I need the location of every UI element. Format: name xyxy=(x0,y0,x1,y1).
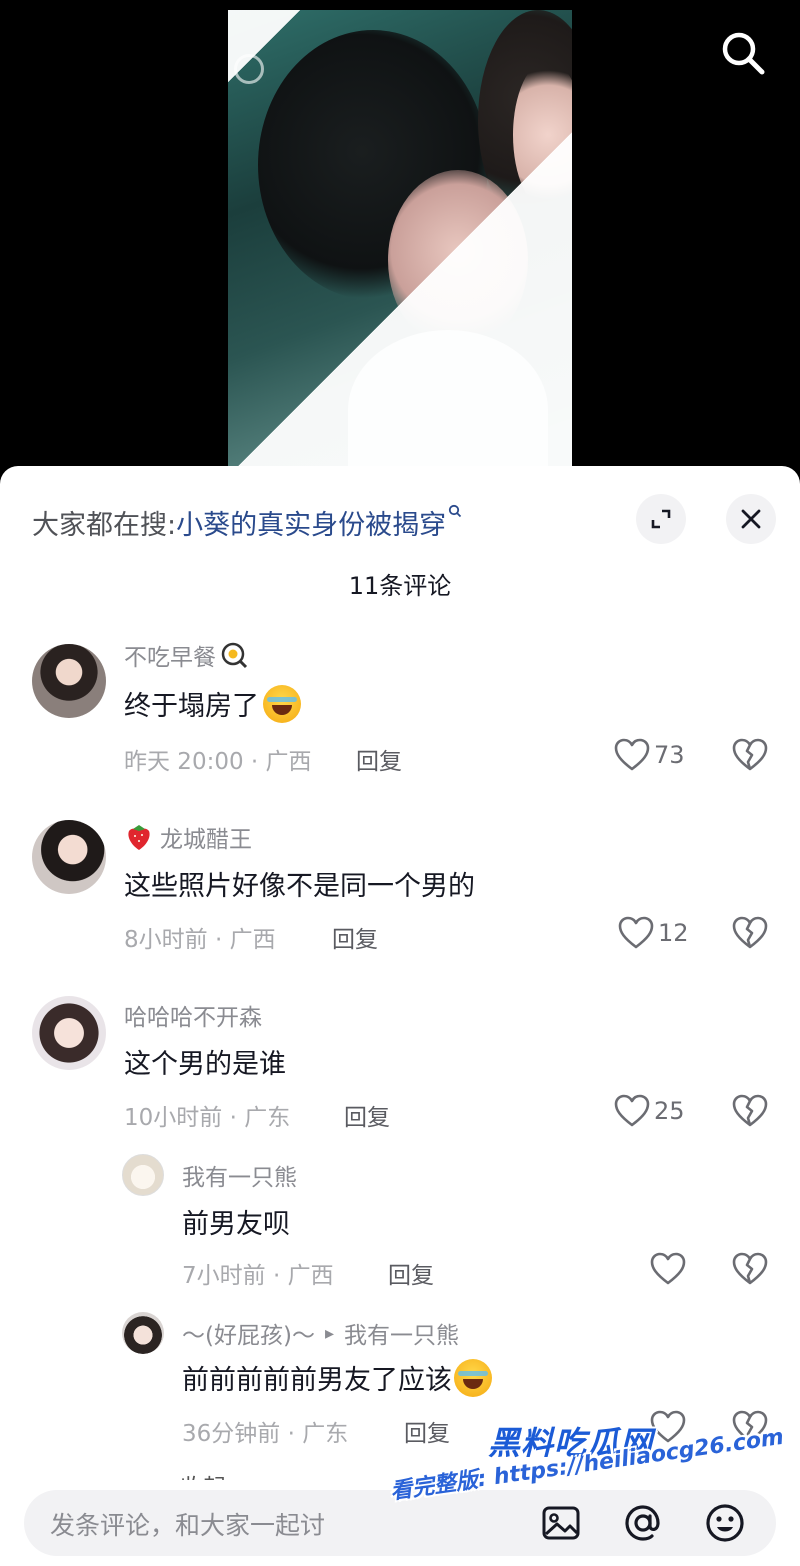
hot-search-prefix: 大家都在搜: xyxy=(32,509,177,541)
hot-search-magnifier-icon xyxy=(448,503,462,522)
close-button[interactable] xyxy=(726,494,776,544)
comment-item: 哈哈哈不开森 这个男的是谁 10小时前 · 广东 回复 25 xyxy=(0,994,800,1144)
video-ring-icon xyxy=(234,54,264,84)
reply-to-arrow-icon: ▸ xyxy=(324,1322,334,1344)
video-glare-top xyxy=(228,10,572,470)
broken-heart-icon xyxy=(732,1252,768,1285)
comment-count: 11条评论 xyxy=(348,572,452,600)
reply-username[interactable]: ～(好屁孩)～ ▸ 我有一只熊 xyxy=(182,1316,459,1350)
comment-meta: 昨天 20:00 · 广西 xyxy=(124,749,312,775)
comment-text: 这些照片好像不是同一个男的 xyxy=(124,871,475,902)
like-button[interactable]: 25 xyxy=(614,1094,685,1128)
like-count: 12 xyxy=(658,919,689,947)
comment-username[interactable]: 哈哈哈不开森 xyxy=(124,998,262,1032)
video-area xyxy=(0,0,800,470)
reply-username[interactable]: 我有一只熊 xyxy=(182,1158,297,1192)
avatar[interactable] xyxy=(32,996,106,1070)
like-button[interactable]: 12 xyxy=(618,916,689,950)
fried-egg-icon xyxy=(220,641,248,669)
strawberry-icon xyxy=(124,822,154,852)
reply-text: 前男友呗 xyxy=(182,1209,290,1240)
like-button[interactable]: 73 xyxy=(614,738,685,772)
dislike-button[interactable] xyxy=(732,738,768,776)
avatar[interactable] xyxy=(32,644,106,718)
like-count: 25 xyxy=(654,1097,685,1125)
comment-username-text: 龙城醋王 xyxy=(160,827,252,853)
dislike-button[interactable] xyxy=(732,1094,768,1132)
heart-icon xyxy=(614,1094,650,1127)
like-button[interactable] xyxy=(650,1252,686,1286)
like-count: 73 xyxy=(654,741,685,769)
reply-button[interactable]: 回复 xyxy=(344,1098,390,1132)
dislike-button[interactable] xyxy=(732,916,768,954)
reply-username-text: ～(好屁孩)～ xyxy=(182,1323,315,1349)
comment-username-text: 不吃早餐 xyxy=(124,645,216,671)
avatar[interactable] xyxy=(122,1312,164,1354)
broken-heart-icon xyxy=(732,738,768,771)
broken-heart-icon xyxy=(732,916,768,949)
reply-button[interactable]: 回复 xyxy=(356,742,402,776)
comment-item: 不吃早餐 终于塌房了 昨天 20:00 · 广西 回复 73 xyxy=(0,638,800,788)
reply-button[interactable]: 回复 xyxy=(404,1414,450,1448)
reply-button[interactable]: 回复 xyxy=(388,1256,434,1290)
avatar[interactable] xyxy=(32,820,106,894)
heart-icon xyxy=(614,738,650,771)
comment-meta: 10小时前 · 广东 xyxy=(124,1105,291,1131)
heart-icon xyxy=(618,916,654,949)
expand-icon xyxy=(651,509,671,529)
broken-heart-icon xyxy=(732,1094,768,1127)
heart-icon xyxy=(650,1252,686,1285)
comment-item: 龙城醋王 这些照片好像不是同一个男的 8小时前 · 广西 回复 12 xyxy=(0,816,800,966)
comment-text: 终于塌房了 xyxy=(124,684,301,723)
reply-item: 我有一只熊 前男友呗 7小时前 · 广西 回复 xyxy=(0,1154,800,1304)
comment-username[interactable]: 不吃早餐 xyxy=(124,638,248,672)
avatar[interactable] xyxy=(122,1154,164,1196)
laugh-cry-emoji-icon xyxy=(263,684,301,723)
dislike-button[interactable] xyxy=(732,1252,768,1290)
hot-search-bar[interactable]: 大家都在搜: 小葵的真实身份被揭穿 xyxy=(32,502,462,542)
at-icon[interactable] xyxy=(622,1502,664,1544)
expand-button[interactable] xyxy=(636,494,686,544)
reply-text-content: 前前前前前男友了应该 xyxy=(182,1365,452,1396)
reply-meta: 7小时前 · 广西 xyxy=(182,1263,334,1289)
laugh-cry-emoji-icon xyxy=(454,1358,492,1397)
comment-text: 这个男的是谁 xyxy=(124,1049,286,1080)
close-icon xyxy=(741,509,761,529)
comment-input-placeholder: 发条评论，和大家一起讨 xyxy=(50,1511,326,1540)
reply-text: 前前前前前男友了应该 xyxy=(182,1358,492,1397)
comment-username[interactable]: 龙城醋王 xyxy=(124,820,252,854)
comment-panel: 大家都在搜: 小葵的真实身份被揭穿 11条评论 不吃早餐 终于塌房了 昨天 20… xyxy=(0,466,800,1566)
reply-button[interactable]: 回复 xyxy=(332,920,378,954)
reply-to-username[interactable]: 我有一只熊 xyxy=(344,1316,459,1350)
reply-meta: 36分钟前 · 广东 xyxy=(182,1421,349,1447)
comment-text-content: 终于塌房了 xyxy=(124,691,259,722)
collapse-replies-button[interactable]: 收起 xyxy=(180,1468,226,1480)
search-icon[interactable] xyxy=(716,26,770,80)
video-frame[interactable] xyxy=(228,10,572,470)
comment-meta: 8小时前 · 广西 xyxy=(124,927,276,953)
smile-icon[interactable] xyxy=(704,1502,746,1544)
hot-search-query[interactable]: 小葵的真实身份被揭穿 xyxy=(176,503,446,542)
image-icon[interactable] xyxy=(540,1502,582,1544)
